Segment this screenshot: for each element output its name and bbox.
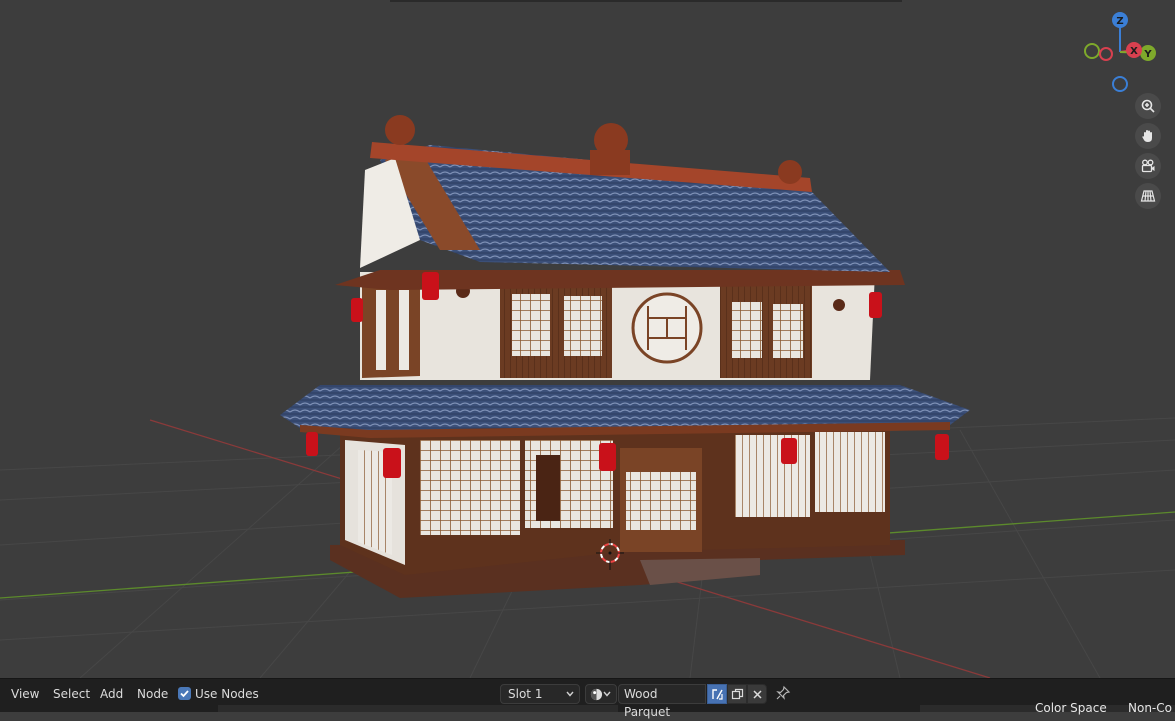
menu-view[interactable]: View <box>11 686 39 703</box>
navigation-gizmo[interactable]: Y X Z <box>1078 10 1162 94</box>
slot-dropdown[interactable]: Slot 1 <box>500 684 580 704</box>
gizmo-y-label: Y <box>1143 49 1152 60</box>
slot-value: Slot 1 <box>508 687 543 701</box>
duplicate-material-button[interactable] <box>727 684 747 704</box>
pin-icon[interactable] <box>775 685 791 701</box>
node-editor-header: View Select Add Node Use Nodes Slot 1 Wo… <box>0 678 1175 719</box>
use-nodes-label[interactable]: Use Nodes <box>195 686 259 703</box>
chevron-down-icon <box>603 691 611 697</box>
color-space-value: Non-Co <box>1128 701 1172 715</box>
menu-node[interactable]: Node <box>137 686 168 703</box>
shoji-window <box>732 302 762 358</box>
grid-perspective-icon[interactable] <box>1135 183 1161 209</box>
color-space-label: Color Space <box>1035 701 1107 715</box>
unlink-material-button[interactable] <box>747 684 767 704</box>
material-name-field[interactable]: Wood Parquet <box>618 684 706 719</box>
entrance-shoji <box>626 472 696 530</box>
entrance-steps <box>640 558 760 585</box>
gizmo-z-label: Z <box>1116 16 1123 27</box>
shoji-window <box>564 296 602 356</box>
hand-pan-icon[interactable] <box>1135 123 1161 149</box>
ridge-ornament <box>778 160 802 184</box>
ridge-ornament <box>385 115 415 145</box>
door-opening <box>536 455 560 521</box>
material-browse-dropdown[interactable] <box>585 684 617 704</box>
menu-select[interactable]: Select <box>53 686 90 703</box>
shoji-panel <box>420 440 520 535</box>
3d-viewport[interactable]: Y X Z <box>0 0 1175 678</box>
shoji-window <box>773 304 803 358</box>
fake-user-button[interactable] <box>707 684 727 704</box>
use-nodes-checkbox[interactable] <box>178 687 191 700</box>
checkmark-icon <box>180 690 189 698</box>
gizmo-x-label: X <box>1130 46 1138 57</box>
gizmo-neg-z[interactable] <box>1112 76 1128 92</box>
gizmo-neg-y[interactable] <box>1084 43 1100 59</box>
shoji-window <box>512 294 550 356</box>
fake-user-icon <box>711 688 723 700</box>
round-vent <box>833 299 845 311</box>
upper-side-wall <box>362 282 420 378</box>
gizmo-neg-x[interactable] <box>1099 47 1113 61</box>
shoji-panel <box>815 432 885 512</box>
duplicate-icon <box>731 688 743 699</box>
camera-icon[interactable] <box>1135 153 1161 179</box>
material-sphere-icon <box>590 688 603 701</box>
zoom-icon[interactable] <box>1135 93 1161 119</box>
menu-add[interactable]: Add <box>100 686 123 703</box>
chevron-down-icon <box>566 691 574 697</box>
scene-render <box>0 115 1175 678</box>
shoji-panel <box>735 435 810 517</box>
close-icon <box>752 689 762 699</box>
